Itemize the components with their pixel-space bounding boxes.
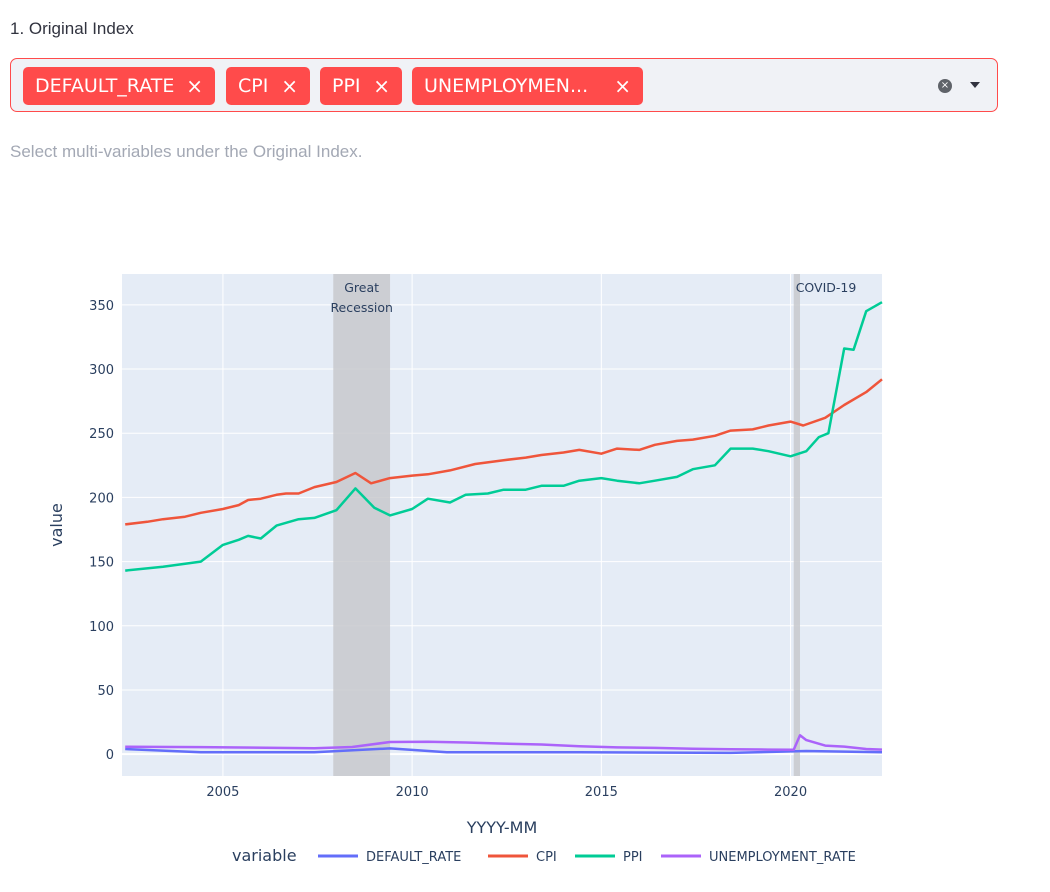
chip-label: UNEMPLOYMEN... bbox=[424, 75, 589, 97]
legend-item-label: UNEMPLOYMENT_RATE bbox=[709, 850, 856, 865]
legend: variable DEFAULT_RATE CPI PPI UNEMPLOYMENT_R… bbox=[232, 846, 856, 865]
y-tick-label: 350 bbox=[89, 299, 114, 314]
y-tick-label: 200 bbox=[89, 491, 114, 506]
legend-item-label: PPI bbox=[623, 850, 643, 865]
line-chart: Great Recession COVID-19 0 50 100 150 200 250 30… bbox=[47, 274, 883, 865]
legend-title: variable bbox=[232, 846, 297, 865]
shaded-region bbox=[793, 274, 801, 776]
shaded-region-label: Recession bbox=[330, 300, 392, 315]
legend-item-label: CPI bbox=[536, 850, 557, 865]
y-tick-label: 250 bbox=[89, 427, 114, 442]
close-icon[interactable]: × bbox=[186, 67, 203, 105]
help-text: Select multi-variables under the Origina… bbox=[10, 142, 363, 161]
close-icon[interactable]: × bbox=[373, 67, 390, 105]
x-tick-label: 2015 bbox=[585, 785, 618, 800]
x-tick-label: 2010 bbox=[396, 785, 429, 800]
chip-default-rate[interactable]: DEFAULT_RATE × bbox=[23, 67, 215, 105]
y-tick-label: 300 bbox=[89, 363, 114, 378]
chip-unemployment-rate[interactable]: UNEMPLOYMEN... × bbox=[412, 67, 643, 105]
close-icon[interactable]: × bbox=[614, 67, 631, 105]
field-label: 1. Original Index bbox=[10, 19, 134, 38]
shaded-region bbox=[333, 274, 391, 776]
variable-multiselect[interactable]: DEFAULT_RATE × CPI × PPI × UNEMPLOYMEN..… bbox=[10, 58, 998, 112]
chip-cpi[interactable]: CPI × bbox=[226, 67, 310, 105]
shaded-region-label: COVID-19 bbox=[796, 280, 857, 295]
y-axis-label: value bbox=[47, 503, 66, 547]
chip-label: PPI bbox=[332, 75, 361, 97]
y-tick-label: 150 bbox=[89, 556, 114, 571]
y-tick-label: 50 bbox=[97, 684, 114, 699]
shaded-region-label: Great bbox=[344, 280, 379, 295]
chip-label: DEFAULT_RATE bbox=[35, 75, 175, 97]
x-tick-label: 2020 bbox=[774, 785, 807, 800]
y-tick-label: 0 bbox=[106, 748, 114, 763]
plot-area bbox=[122, 274, 882, 776]
chevron-down-icon[interactable] bbox=[970, 82, 980, 88]
y-tick-label: 100 bbox=[89, 620, 114, 635]
chip-label: CPI bbox=[238, 75, 269, 97]
x-axis-label: YYYY-MM bbox=[466, 818, 538, 837]
legend-item-label: DEFAULT_RATE bbox=[366, 850, 461, 865]
chip-ppi[interactable]: PPI × bbox=[320, 67, 402, 105]
x-tick-label: 2005 bbox=[206, 785, 239, 800]
close-icon[interactable]: × bbox=[281, 67, 298, 105]
clear-icon[interactable]: × bbox=[938, 79, 952, 93]
